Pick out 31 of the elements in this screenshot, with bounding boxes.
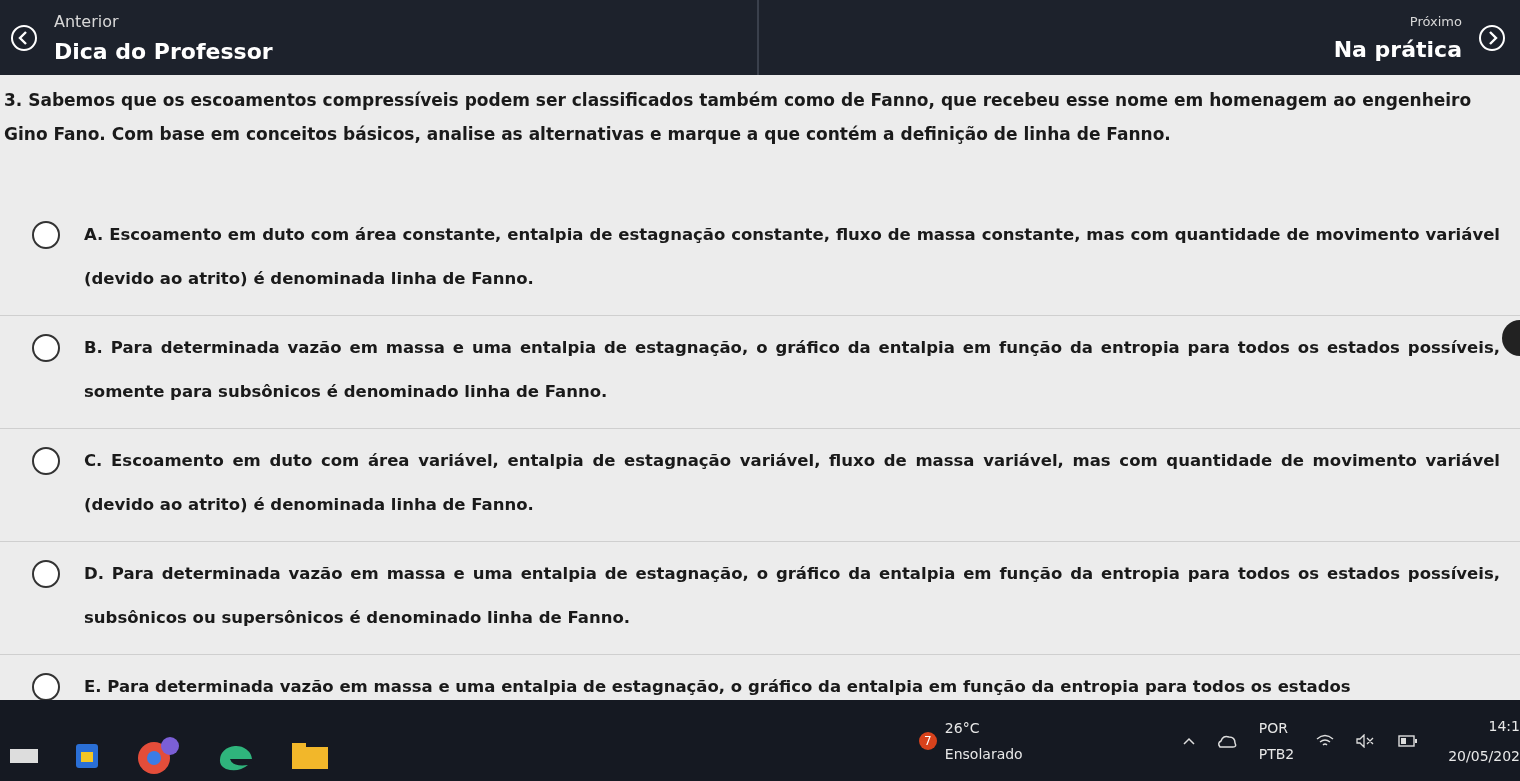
option-text[interactable]: B. Para determinada vazão em massa e uma entalpia de estagnação, o gráfico da entalpia em função da entropia para todos os estados possíveis, somente para subsônicos é denominado linha de Fanno. — [84, 326, 1500, 414]
option-text[interactable]: A. Escoamento em duto com área constante, entalpia de estagnação constante, fluxo de massa constante, mas com quantidade de movimento variável (devido ao atrito) é denominada linha de Fanno. — [84, 213, 1500, 301]
option-text[interactable]: C. Escoamento em duto com área variável, entalpia de estagnação variável, fluxo de massa variável, mas com quantidade de movimento variável (devido ao atrito) é denominada linha de Fanno. — [84, 439, 1500, 527]
start-icon[interactable] — [10, 748, 38, 763]
option-text[interactable]: D. Para determinada vazão em massa e uma entalpia de estagnação, o gráfico da entalpia em função da entropia para todos os estados possíveis, subsônicos ou supersônicos é denominado linha de Fanno. — [84, 552, 1500, 640]
caret-icon[interactable] — [1182, 736, 1195, 745]
nav-title[interactable]: Na prática — [1333, 36, 1462, 62]
option-text[interactable]: E. Para determinada vazão em massa e uma entalpia de estagnação, o gráfico da entalpia em função da entropia para todos os estados — [84, 665, 1351, 700]
radio-button[interactable] — [32, 447, 60, 475]
question-text: 3. Sabemos que os escoamentos compressíveis podem ser classificados também como de Fanno, que recebeu esse nome em homenagem ao engenheiro Gino Fano. Com base em conceitos básicos, analise as alternativas e marque a que contém a definição de linha de Fanno. — [3, 89, 1473, 146]
battery-icon[interactable] — [1398, 734, 1419, 747]
store-icon[interactable] — [76, 743, 98, 768]
folder-icon[interactable] — [292, 742, 328, 769]
weather-condition[interactable]: Ensolarado — [944, 745, 1023, 762]
next-arrow-icon[interactable] — [1478, 23, 1506, 52]
radio-button[interactable] — [32, 673, 60, 700]
clock-date[interactable]: 20/05/202 — [1448, 747, 1520, 764]
wifi-icon[interactable] — [1316, 733, 1335, 748]
temperature-text[interactable]: 26°C — [944, 719, 1023, 736]
radio-button[interactable] — [32, 560, 60, 588]
nav-title[interactable]: Dica do Professor — [54, 38, 273, 64]
nav-label[interactable]: Anterior — [54, 11, 273, 31]
language-indicator[interactable]: POR PTB2 — [1258, 719, 1295, 762]
nav-label[interactable]: Próximo — [1409, 13, 1462, 29]
weather-badge: 7 — [918, 731, 937, 750]
cloud-drive-icon[interactable] — [1216, 733, 1237, 748]
browser-icon[interactable] — [136, 735, 180, 776]
radio-button[interactable] — [32, 334, 60, 362]
clock-time[interactable]: 14:1 — [1488, 717, 1520, 734]
radio-button[interactable] — [32, 221, 60, 249]
previous-arrow-icon[interactable] — [10, 23, 38, 52]
